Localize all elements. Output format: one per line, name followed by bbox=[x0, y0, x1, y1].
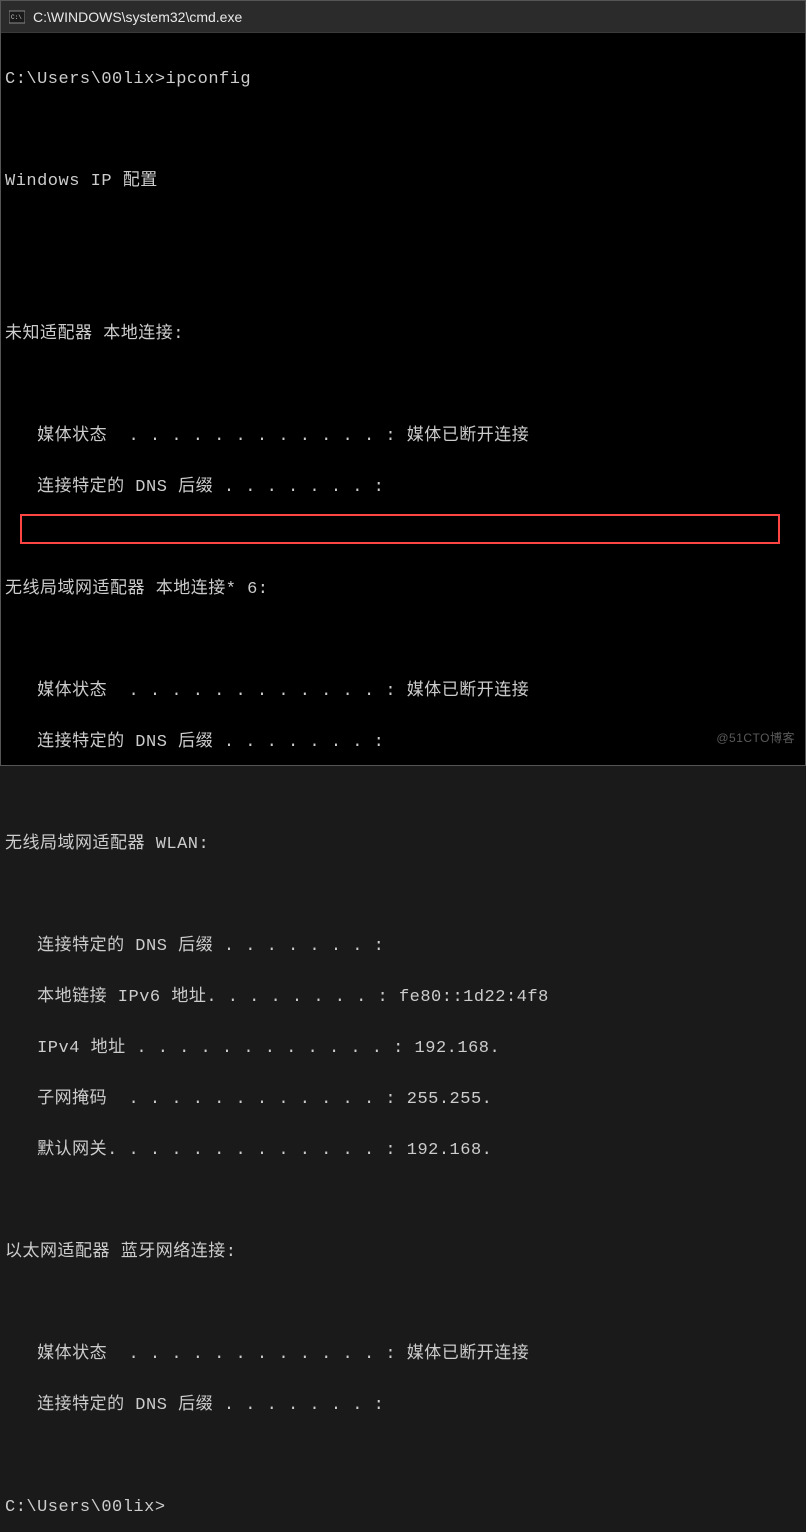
blank-line bbox=[5, 1189, 801, 1215]
cmd-window: C:\ C:\WINDOWS\system32\cmd.exe C:\Users… bbox=[0, 0, 806, 766]
blank-line bbox=[5, 883, 801, 909]
adapter-line: 连接特定的 DNS 后缀 . . . . . . . : bbox=[5, 475, 801, 501]
terminal-output[interactable]: C:\Users\00lix>ipconfig Windows IP 配置 未知… bbox=[1, 33, 805, 765]
adapter-line: 媒体状态 . . . . . . . . . . . . : 媒体已断开连接 bbox=[5, 1342, 801, 1368]
cmd-icon: C:\ bbox=[9, 9, 25, 25]
watermark: @51CTO博客 bbox=[716, 729, 795, 747]
blank-line bbox=[5, 1291, 801, 1317]
adapter-line: 连接特定的 DNS 后缀 . . . . . . . : bbox=[5, 730, 801, 756]
adapter-line: 连接特定的 DNS 后缀 . . . . . . . : bbox=[5, 1393, 801, 1419]
svg-text:C:\: C:\ bbox=[11, 14, 22, 21]
adapter-line: 媒体状态 . . . . . . . . . . . . : 媒体已断开连接 bbox=[5, 424, 801, 450]
blank-line bbox=[5, 781, 801, 807]
blank-line bbox=[5, 220, 801, 246]
title-bar[interactable]: C:\ C:\WINDOWS\system32\cmd.exe bbox=[1, 1, 805, 33]
adapter-line-subnet: 子网掩码 . . . . . . . . . . . . : 255.255. bbox=[5, 1087, 801, 1113]
window-title: C:\WINDOWS\system32\cmd.exe bbox=[33, 9, 242, 25]
adapter-line: 媒体状态 . . . . . . . . . . . . : 媒体已断开连接 bbox=[5, 679, 801, 705]
blank-line bbox=[5, 1444, 801, 1470]
adapter-section-title: 未知适配器 本地连接: bbox=[5, 322, 801, 348]
blank-line bbox=[5, 628, 801, 654]
blank-line bbox=[5, 373, 801, 399]
blank-line bbox=[5, 118, 801, 144]
adapter-section-title: 无线局域网适配器 WLAN: bbox=[5, 832, 801, 858]
prompt-line: C:\Users\00lix> bbox=[5, 1495, 801, 1521]
blank-line bbox=[5, 271, 801, 297]
adapter-section-title: 无线局域网适配器 本地连接* 6: bbox=[5, 577, 801, 603]
adapter-line: 连接特定的 DNS 后缀 . . . . . . . : bbox=[5, 934, 801, 960]
header-line: Windows IP 配置 bbox=[5, 169, 801, 195]
adapter-line-gateway: 默认网关. . . . . . . . . . . . . : 192.168. bbox=[5, 1138, 801, 1164]
prompt-line: C:\Users\00lix>ipconfig bbox=[5, 67, 801, 93]
adapter-section-title: 以太网适配器 蓝牙网络连接: bbox=[5, 1240, 801, 1266]
blank-line bbox=[5, 526, 801, 552]
adapter-line-ipv4: IPv4 地址 . . . . . . . . . . . . : 192.16… bbox=[5, 1036, 801, 1062]
adapter-line-ipv6: 本地链接 IPv6 地址. . . . . . . . : fe80::1d22… bbox=[5, 985, 801, 1011]
